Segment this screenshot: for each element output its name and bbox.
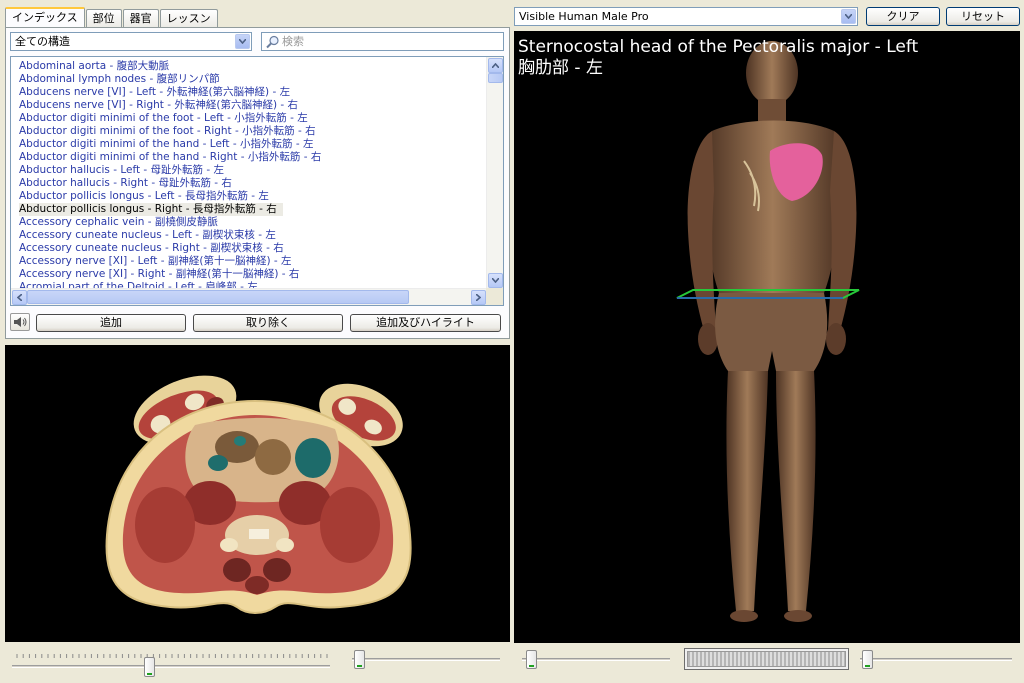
slice-opacity-track[interactable] [352, 658, 500, 661]
search-input[interactable]: 検索 [261, 32, 504, 51]
selected-structure-name-en: Sternocostal head of the Pectoralis majo… [518, 37, 919, 57]
tab-lesson[interactable]: レッスン [159, 9, 218, 27]
list-item[interactable]: Accessory nerve [XI] - Left - 副神経(第十一脳神経… [19, 254, 485, 267]
horizontal-scroll-thumb[interactable] [27, 290, 409, 304]
list-item[interactable]: Abductor digiti minimi of the hand - Rig… [19, 150, 485, 163]
list-item-label: Accessory nerve [XI] - Left - 副神経(第十一脳神経… [19, 255, 292, 267]
tab-strip: インデックス 部位 器官 レッスン [5, 7, 219, 27]
list-item-label: Accessory cuneate nucleus - Right - 副楔状束… [19, 242, 284, 254]
model-opacity-slider-thumb[interactable] [526, 650, 537, 669]
scroll-right-icon[interactable] [471, 290, 486, 305]
add-highlight-button[interactable]: 追加及びハイライト [350, 314, 501, 332]
chevron-down-icon[interactable] [841, 9, 856, 24]
list-item[interactable]: Abductor pollicis longus - Right - 長母指外転… [19, 202, 485, 216]
list-item-label: Abductor hallucis - Right - 母趾外転筋 - 右 [19, 177, 232, 189]
reset-button[interactable]: リセット [946, 7, 1020, 26]
list-item-label: Abductor pollicis longus - Left - 長母指外転筋… [19, 190, 269, 202]
tab-index[interactable]: インデックス [5, 7, 85, 27]
model-dropdown[interactable]: Visible Human Male Pro [514, 7, 858, 26]
model-opacity-track[interactable] [522, 658, 670, 661]
slice-position-slider-thumb[interactable] [143, 657, 155, 677]
model-rotation-slider-thumb[interactable] [862, 650, 873, 669]
selected-structure-title: Sternocostal head of the Pectoralis majo… [518, 37, 918, 79]
selected-structure-name-jp: 胸肋部 - 左 [518, 58, 603, 78]
model-rotation-track[interactable] [860, 658, 1012, 661]
list-item-label: Abdominal aorta - 腹部大動脈 [19, 60, 170, 72]
list-item-label: Abducens nerve [VI] - Right - 外転神経(第六脳神経… [19, 99, 299, 111]
list-item[interactable]: Accessory cephalic vein - 副橈側皮静脈 [19, 215, 485, 228]
list-item[interactable]: Abdominal aorta - 腹部大動脈 [19, 59, 485, 72]
slice-position-track[interactable] [12, 665, 330, 668]
index-panel: 全ての構造 検索 Abdominal aorta - 腹部大動脈 Abdomina… [5, 27, 510, 339]
list-item[interactable]: Abductor pollicis longus - Left - 長母指外転筋… [19, 189, 485, 202]
tab-organ[interactable]: 器官 [122, 9, 159, 27]
model-dropdown-value: Visible Human Male Pro [519, 10, 649, 23]
tab-region[interactable]: 部位 [85, 9, 122, 27]
add-button[interactable]: 追加 [36, 314, 186, 332]
list-item[interactable]: Abducens nerve [VI] - Left - 外転神経(第六脳神経)… [19, 85, 485, 98]
list-item-label: Accessory cuneate nucleus - Left - 副楔状束核… [19, 229, 276, 241]
list-item[interactable]: Abductor digiti minimi of the foot - Lef… [19, 111, 485, 124]
vertical-scroll-thumb[interactable] [488, 73, 503, 83]
list-item-label: Abductor hallucis - Left - 母趾外転筋 - 左 [19, 164, 225, 176]
structure-list[interactable]: Abdominal aorta - 腹部大動脈 Abdominal lymph n… [10, 56, 504, 306]
chevron-down-icon[interactable] [235, 34, 250, 49]
list-item[interactable]: Accessory cuneate nucleus - Left - 副楔状束核… [19, 228, 485, 241]
horizontal-scrollbar[interactable] [11, 288, 487, 305]
scroll-up-icon[interactable] [488, 58, 503, 73]
list-item[interactable]: Accessory cuneate nucleus - Right - 副楔状束… [19, 241, 485, 254]
list-item-label: Abducens nerve [VI] - Left - 外転神経(第六脳神経)… [19, 86, 291, 98]
scroll-down-icon[interactable] [488, 273, 503, 288]
list-item[interactable]: Abductor digiti minimi of the foot - Rig… [19, 124, 485, 137]
structure-list-items: Abdominal aorta - 腹部大動脈 Abdominal lymph n… [19, 59, 485, 293]
list-item-label: Accessory nerve [XI] - Right - 副神経(第十一脳神… [19, 268, 300, 280]
body-model-image [676, 41, 860, 622]
list-item-label: Abductor digiti minimi of the hand - Lef… [19, 138, 314, 150]
cross-section-view[interactable] [5, 345, 510, 642]
structure-filter-dropdown[interactable]: 全ての構造 [10, 32, 252, 51]
list-item-label: Abdominal lymph nodes - 腹部リンパ節 [19, 73, 220, 85]
speaker-icon[interactable] [10, 313, 30, 331]
search-icon [266, 35, 279, 49]
render-progress-bar [684, 648, 849, 670]
cross-section-image [105, 375, 412, 614]
clear-button[interactable]: クリア [866, 7, 940, 26]
scroll-left-icon[interactable] [12, 290, 27, 305]
3d-model-view[interactable]: Sternocostal head of the Pectoralis majo… [514, 31, 1020, 643]
structure-filter-value: 全ての構造 [15, 35, 70, 48]
list-item[interactable]: Abdominal lymph nodes - 腹部リンパ節 [19, 72, 485, 85]
slice-opacity-slider-thumb[interactable] [354, 650, 365, 669]
list-item[interactable]: Accessory nerve [XI] - Right - 副神経(第十一脳神… [19, 267, 485, 280]
list-item[interactable]: Abductor hallucis - Left - 母趾外転筋 - 左 [19, 163, 485, 176]
list-item-label: Accessory cephalic vein - 副橈側皮静脈 [19, 216, 218, 228]
slice-position-ticks [16, 654, 328, 658]
scroll-corner [486, 288, 503, 305]
remove-button[interactable]: 取り除く [193, 314, 343, 332]
list-item-label: Abductor digiti minimi of the foot - Lef… [19, 112, 308, 124]
list-item-label: Abductor digiti minimi of the foot - Rig… [19, 125, 316, 137]
list-item[interactable]: Abducens nerve [VI] - Right - 外転神経(第六脳神経… [19, 98, 485, 111]
vertical-scrollbar[interactable] [486, 57, 503, 289]
list-item[interactable]: Abductor digiti minimi of the hand - Lef… [19, 137, 485, 150]
list-item-label: Abductor digiti minimi of the hand - Rig… [19, 151, 322, 163]
list-item[interactable]: Abductor hallucis - Right - 母趾外転筋 - 右 [19, 176, 485, 189]
search-placeholder: 検索 [282, 35, 304, 48]
render-progress-fill [687, 651, 846, 667]
